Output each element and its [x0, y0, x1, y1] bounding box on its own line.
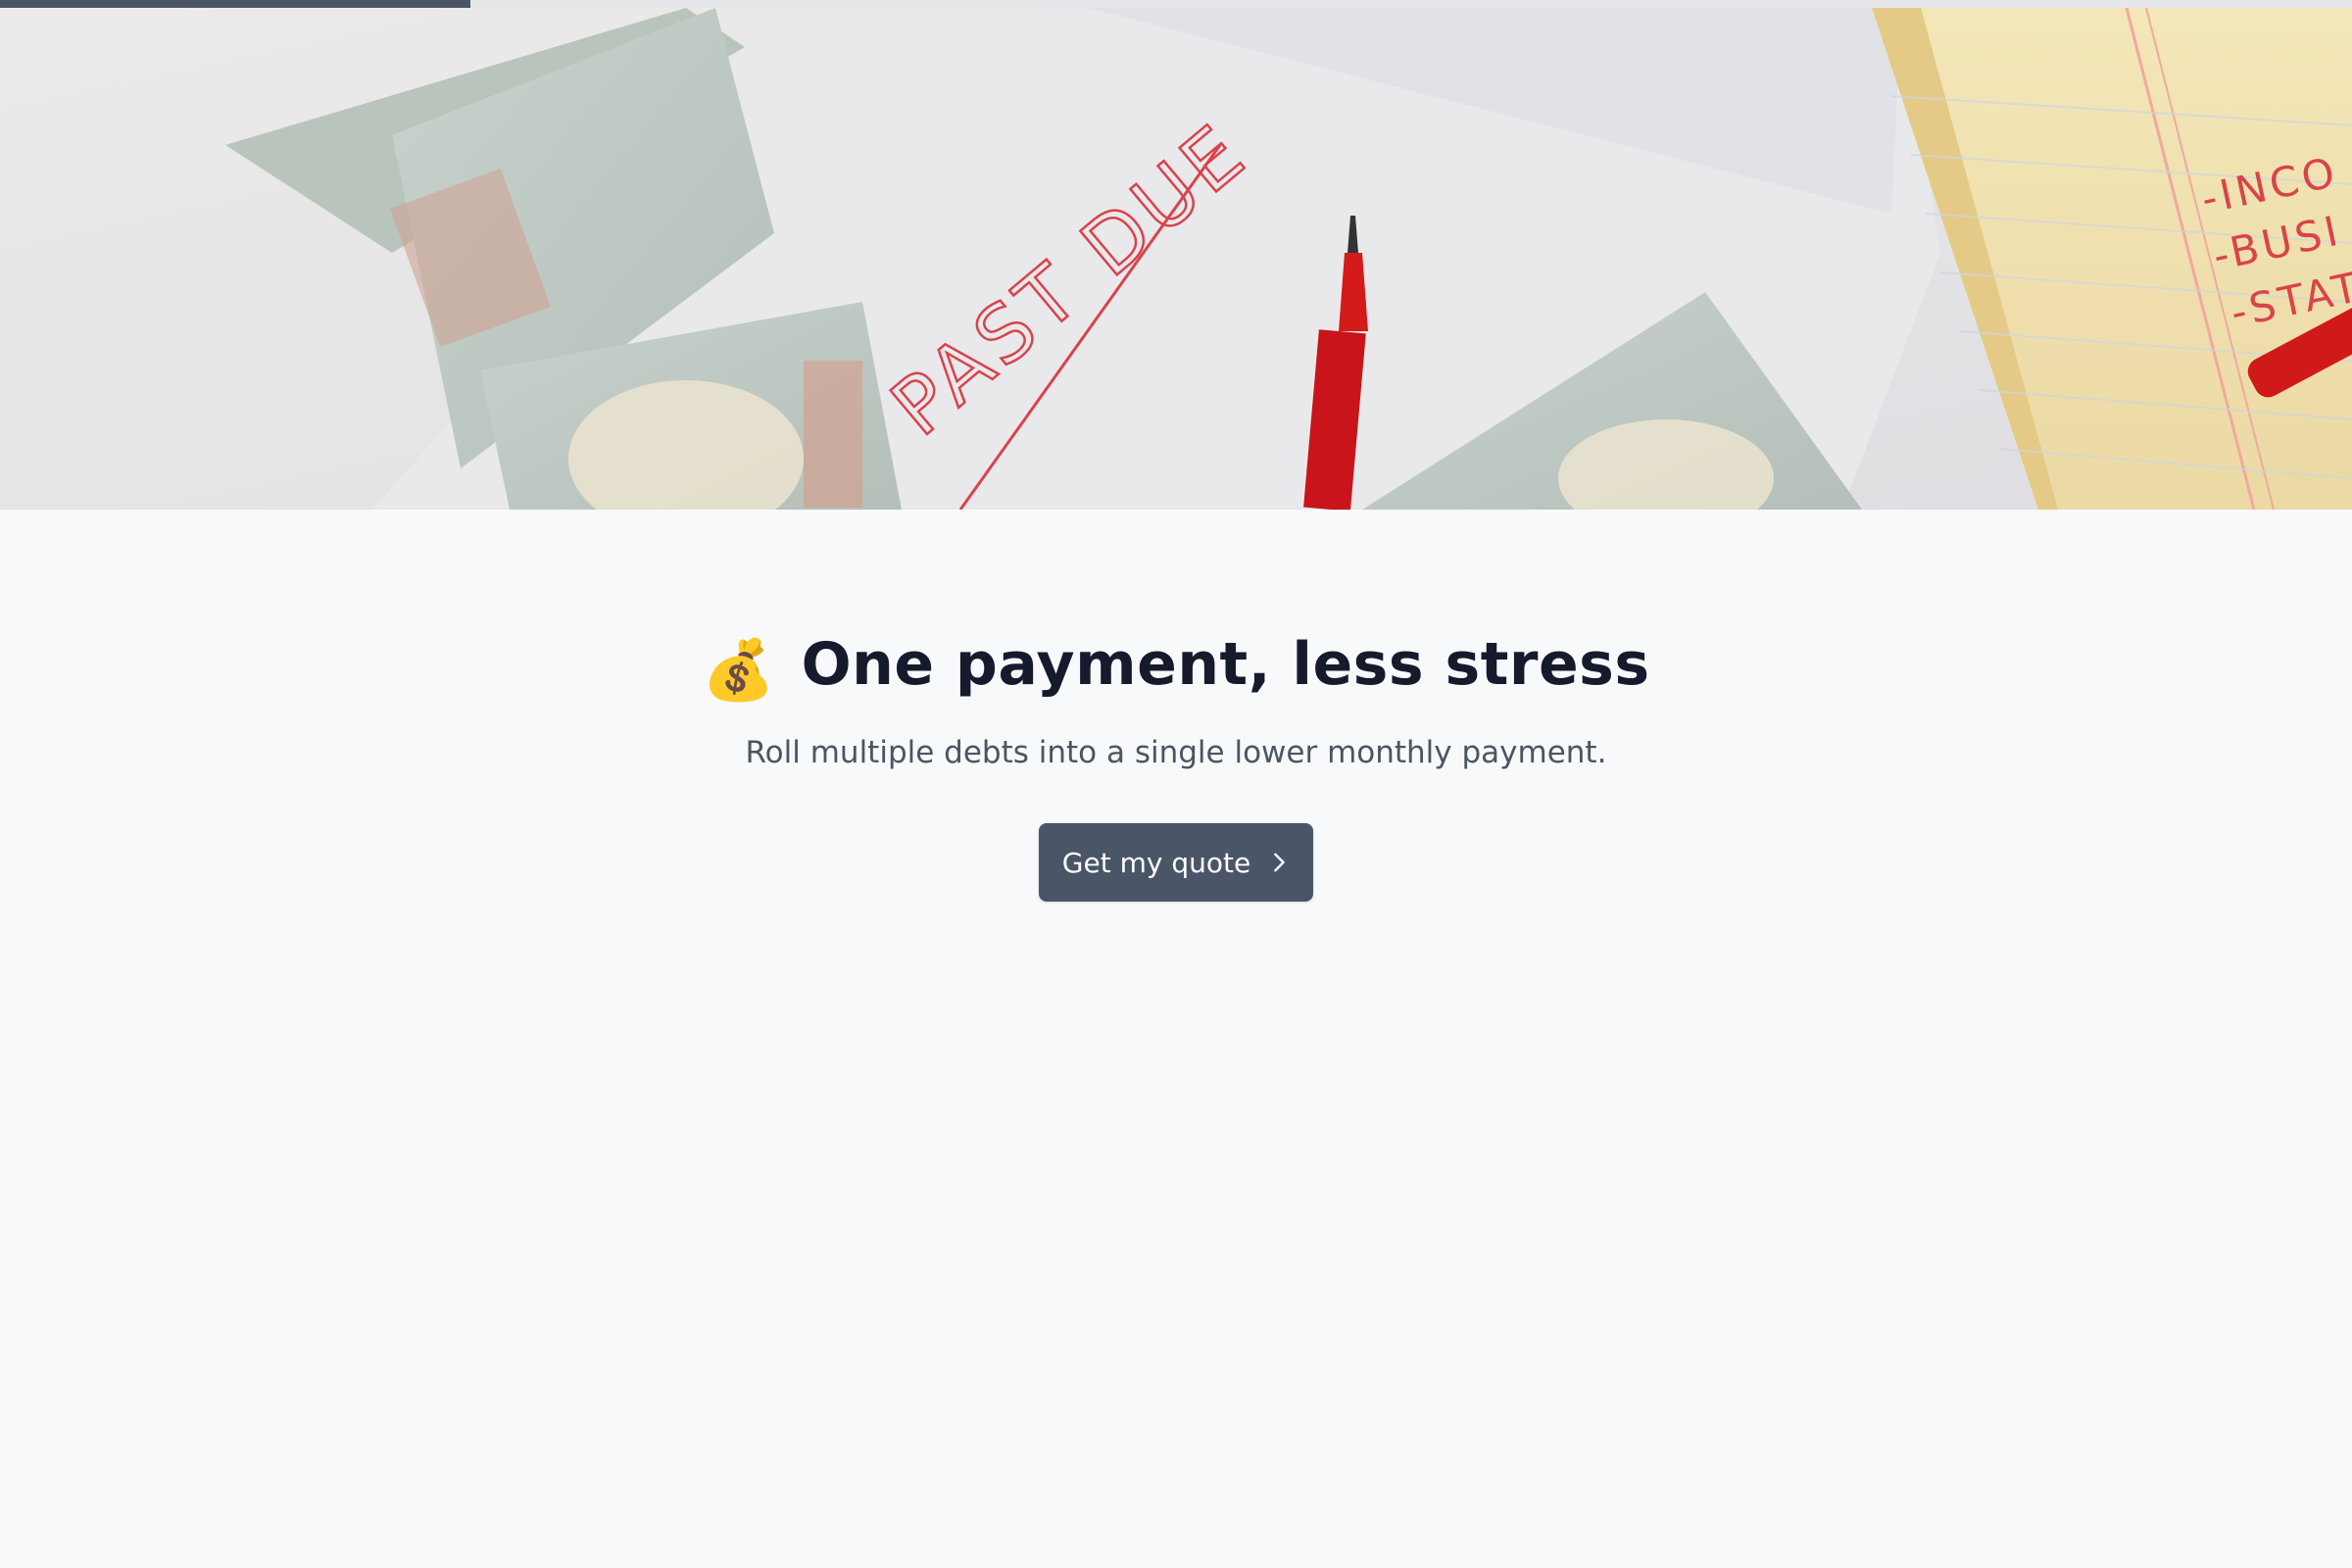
- progress-bar-fill: [0, 0, 470, 8]
- page-title: 💰 One payment, less stress: [0, 630, 2352, 705]
- money-bag-icon: 💰: [702, 636, 776, 705]
- chevron-right-icon: [1274, 853, 1285, 872]
- subtitle: Roll multiple debts into a single lower …: [745, 735, 1607, 770]
- hero-image: PAST DUE -INCO -BUSI -STAT: [0, 8, 2352, 510]
- progress-bar: [0, 0, 2352, 8]
- headline-text: One payment, less stress: [801, 630, 1650, 699]
- get-quote-label: Get my quote: [1061, 846, 1251, 879]
- get-quote-button[interactable]: Get my quote: [1039, 823, 1313, 902]
